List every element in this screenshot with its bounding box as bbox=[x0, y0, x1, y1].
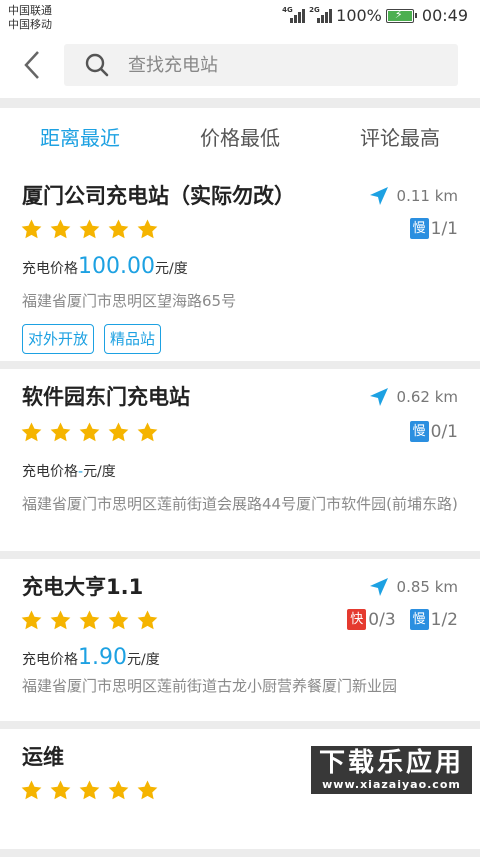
star-icon bbox=[50, 422, 71, 442]
top-bar bbox=[0, 32, 480, 98]
star-icon bbox=[79, 610, 100, 630]
watermark: 下载乐应用 www.xiazaiyao.com bbox=[310, 746, 472, 794]
rating-stars bbox=[20, 218, 159, 241]
navigation-arrow-icon bbox=[369, 187, 388, 205]
station-address: 福建省厦门市思明区望海路65号 bbox=[22, 292, 237, 310]
slow-charger-count: 慢 1/1 bbox=[409, 218, 458, 239]
rating-stars bbox=[20, 421, 159, 444]
fast-charger-count: 快 0/3 bbox=[347, 609, 396, 630]
star-icon bbox=[79, 422, 100, 442]
charger-counts: 快 0/3 慢 1/2 bbox=[347, 609, 458, 630]
tag-premium-station: 精品站 bbox=[104, 324, 162, 354]
station-card[interactable]: 充电大亨1.1 0.85 km 快 0/3 慢 1/2 充电价格 1.90 元/… bbox=[0, 559, 480, 721]
distance-info: 0.85 km bbox=[369, 577, 458, 597]
signal-2g-icon: 2G bbox=[309, 6, 333, 23]
back-arrow-icon[interactable] bbox=[18, 46, 52, 84]
star-icon bbox=[79, 780, 100, 800]
tab-highest-rating[interactable]: 评论最高 bbox=[320, 108, 480, 168]
star-icon bbox=[21, 422, 42, 442]
charger-counts: 慢 0/1 bbox=[409, 421, 458, 442]
clock: 00:49 bbox=[421, 6, 468, 25]
price: 充电价格 1.90 元/度 bbox=[22, 645, 160, 670]
star-icon bbox=[79, 219, 100, 239]
price-value: 100.00 bbox=[78, 254, 155, 279]
sort-tabs: 距离最近 价格最低 评论最高 bbox=[0, 108, 480, 169]
star-icon bbox=[108, 219, 129, 239]
star-icon bbox=[108, 610, 129, 630]
slow-badge: 慢 bbox=[409, 218, 429, 239]
rating-stars bbox=[20, 609, 159, 632]
distance: 0.62 km bbox=[396, 388, 458, 406]
carrier-1: 中国联通 bbox=[8, 4, 52, 17]
station-name: 厦门公司充电站（实际勿改） bbox=[22, 184, 295, 208]
slow-charger-count: 慢 0/1 bbox=[409, 421, 458, 442]
star-icon bbox=[21, 219, 42, 239]
slow-badge: 慢 bbox=[409, 609, 429, 630]
tab-nearest[interactable]: 距离最近 bbox=[0, 108, 160, 168]
search-bar[interactable] bbox=[64, 44, 458, 86]
station-name: 软件园东门充电站 bbox=[22, 385, 190, 409]
status-icons: 4G 2G 100% ⚡ 00:49 bbox=[282, 6, 468, 26]
search-icon bbox=[85, 53, 109, 77]
status-bar: 中国联通 中国移动 4G 2G 100% ⚡ 00:49 bbox=[0, 0, 480, 32]
station-name: 运维 bbox=[22, 745, 64, 769]
fast-badge: 快 bbox=[347, 609, 367, 630]
slow-badge: 慢 bbox=[409, 421, 429, 442]
battery-charging-icon: ⚡ bbox=[385, 8, 417, 23]
star-icon bbox=[21, 780, 42, 800]
rating-stars bbox=[20, 779, 159, 802]
tag-open-to-public: 对外开放 bbox=[22, 324, 95, 354]
tab-lowest-price[interactable]: 价格最低 bbox=[160, 108, 320, 168]
star-icon bbox=[137, 422, 158, 442]
star-icon bbox=[137, 219, 158, 239]
star-icon bbox=[137, 780, 158, 800]
star-icon bbox=[108, 780, 129, 800]
signal-4g-icon: 4G bbox=[282, 6, 306, 23]
battery-percent: 100% bbox=[336, 6, 382, 25]
distance-info: 0.11 km bbox=[369, 186, 458, 206]
navigation-arrow-icon bbox=[369, 578, 388, 596]
station-card[interactable]: 厦门公司充电站（实际勿改） 0.11 km 慢 1/1 充电价格 100.00 … bbox=[0, 168, 480, 361]
star-icon bbox=[137, 610, 158, 630]
star-icon bbox=[108, 422, 129, 442]
price: 充电价格 100.00 元/度 bbox=[22, 254, 188, 279]
station-name: 充电大亨1.1 bbox=[22, 575, 144, 599]
station-address: 福建省厦门市思明区莲前街道古龙小厨营养餐厦门新业园 bbox=[22, 677, 398, 695]
star-icon bbox=[50, 219, 71, 239]
price-value: 1.90 bbox=[78, 645, 127, 670]
carrier-2: 中国移动 bbox=[8, 18, 52, 31]
charger-counts: 慢 1/1 bbox=[409, 218, 458, 239]
distance-info: 0.62 km bbox=[369, 387, 458, 407]
slow-charger-count: 慢 1/2 bbox=[409, 609, 458, 630]
station-tags: 对外开放 精品站 bbox=[22, 324, 162, 354]
star-icon bbox=[50, 610, 71, 630]
carrier-info: 中国联通 中国移动 bbox=[8, 4, 52, 32]
price: 充电价格 - 元/度 bbox=[22, 464, 116, 480]
star-icon bbox=[21, 610, 42, 630]
station-address: 福建省厦门市思明区莲前街道会展路44号厦门市软件园(前埔东路) bbox=[22, 495, 458, 513]
search-input[interactable] bbox=[126, 53, 430, 77]
distance: 0.85 km bbox=[396, 578, 458, 596]
station-card[interactable]: 软件园东门充电站 0.62 km 慢 0/1 充电价格 - 元/度 福建省厦门市… bbox=[0, 369, 480, 551]
distance: 0.11 km bbox=[396, 187, 458, 205]
star-icon bbox=[50, 780, 71, 800]
navigation-arrow-icon bbox=[369, 388, 388, 406]
